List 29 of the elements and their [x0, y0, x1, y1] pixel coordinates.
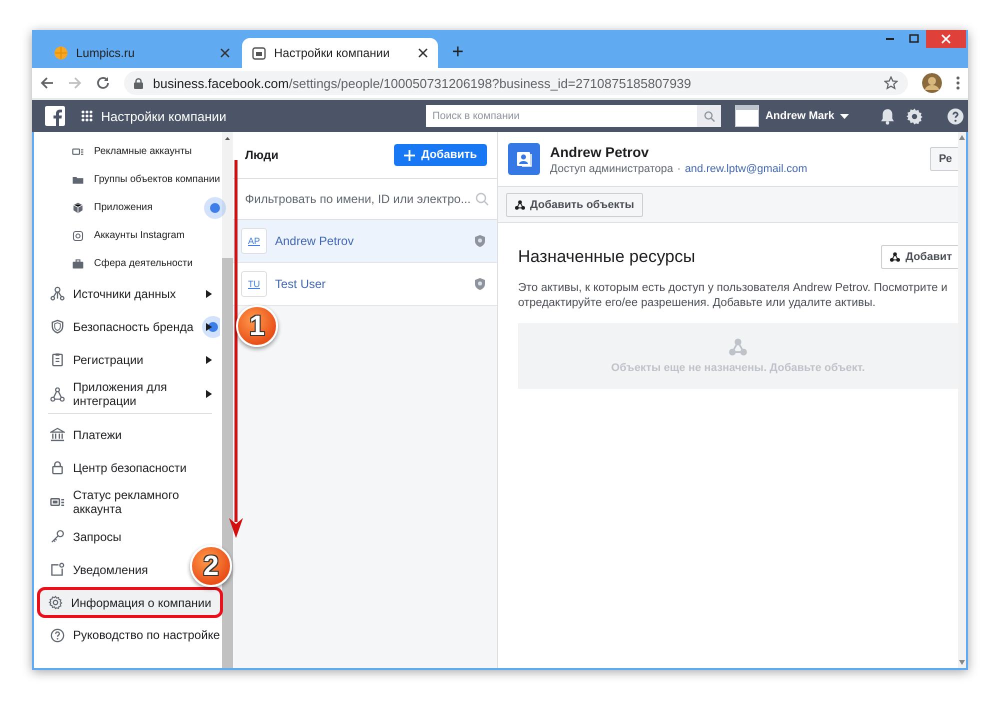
description-text: Это активы, к которым есть доступ у пользователя Andrew Petrov. Посмотрите и отредактируйте его/ее разрешения. Добавьте или удалите активы.: [518, 281, 948, 311]
panel-title: Люди: [245, 148, 279, 162]
sidebar-item[interactable]: Аккаунты Instagram: [34, 222, 185, 250]
address-bar[interactable]: business.facebook.com/settings/people/100050731206198?business_id=2710875185807939: [124, 71, 908, 95]
add-objects-button[interactable]: Добавить объекты: [506, 192, 644, 216]
email-link[interactable]: and.rew.lptw@gmail.com: [684, 162, 808, 174]
user-menu[interactable]: Andrew Mark: [765, 110, 850, 122]
person-row[interactable]: AP Andrew Petrov: [233, 220, 497, 263]
app-title: Настройки компании: [101, 108, 226, 124]
sidebar-item[interactable]: Сфера деятельности: [34, 250, 193, 278]
sidebar-item[interactable]: Информация о компании: [37, 587, 223, 618]
sidebar-item[interactable]: Группы объектов компании: [34, 166, 220, 194]
new-tab-button[interactable]: +: [448, 41, 468, 64]
initials-avatar: AP: [241, 228, 267, 254]
separator-dot: ·: [677, 162, 681, 174]
person-row[interactable]: TU Test User: [233, 263, 497, 306]
url-text: business.facebook.com/settings/people/100050731206198?business_id=2710875185807939: [153, 76, 692, 90]
browser-tab[interactable]: Настройки компании: [242, 38, 438, 68]
add-button[interactable]: Добавить: [394, 144, 487, 166]
access-level: Доступ администратора: [550, 162, 674, 174]
filter-field[interactable]: Фильтровать по имени, ID или электро...: [233, 179, 497, 220]
add-button[interactable]: Добавит: [881, 245, 958, 269]
sidebar-item[interactable]: Приложения: [34, 194, 222, 222]
user-name: Andrew Petrov: [550, 144, 650, 160]
browser-tab[interactable]: Lumpics.ru: [44, 38, 240, 68]
sidebar-item[interactable]: Рекламные аккаунты: [34, 138, 192, 166]
initials-avatar: TU: [241, 271, 267, 297]
section-title: Назначенные ресурсы: [518, 247, 696, 267]
edit-button[interactable]: Ре: [930, 147, 958, 171]
